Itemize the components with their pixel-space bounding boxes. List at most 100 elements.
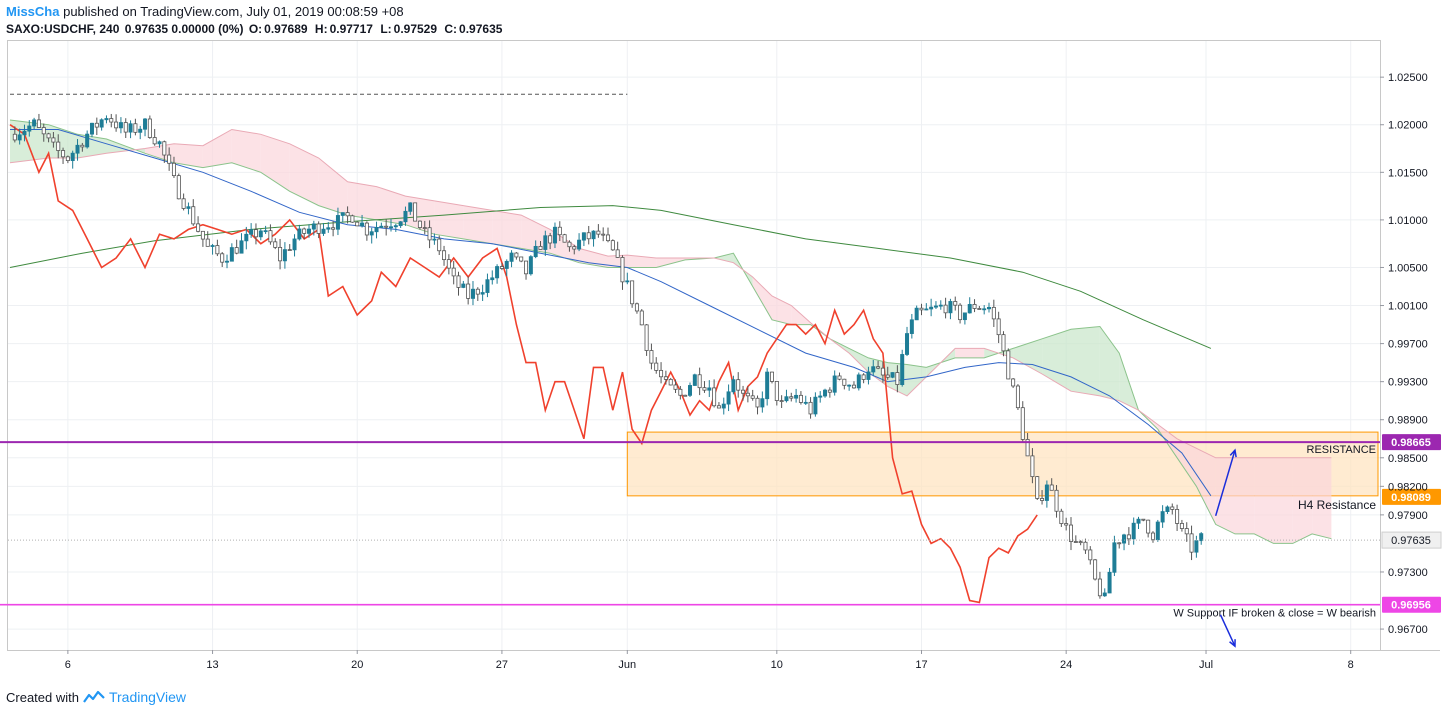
candle-body: [1155, 521, 1160, 541]
candle-body: [736, 379, 741, 391]
candle-body: [688, 385, 693, 396]
plot-border: [7, 40, 1381, 651]
y-tick-label: 0.97300: [1388, 567, 1428, 579]
x-tick-label: 20: [351, 659, 363, 671]
candle-body: [1117, 542, 1122, 545]
candle-body: [123, 122, 128, 133]
candle-body: [779, 400, 784, 402]
candle-body: [668, 378, 673, 386]
cloud-span-b: [9, 128, 1332, 459]
candle-body: [258, 230, 263, 238]
candle-body: [972, 304, 977, 309]
x-tick-label: Jul: [1199, 659, 1213, 671]
candle-body: [1078, 541, 1083, 544]
candle-body: [557, 226, 562, 236]
cloud-segment: [231, 129, 261, 173]
candle-body: [847, 384, 852, 387]
candle-body: [480, 292, 485, 295]
candle-body: [51, 137, 56, 143]
candle-body: [1064, 523, 1069, 526]
candle-body: [80, 144, 85, 148]
candle-body: [307, 228, 312, 234]
cloud-segment: [202, 129, 232, 168]
candle-body: [519, 256, 524, 262]
candle-body: [871, 366, 876, 373]
footer-brand[interactable]: TradingView: [109, 689, 186, 705]
footer-created-with: Created with: [6, 689, 79, 705]
candle-body: [331, 227, 336, 230]
candle-body: [1030, 455, 1035, 478]
y-tick-label: 0.97900: [1388, 510, 1428, 522]
candle-body: [509, 252, 514, 262]
candle-body: [548, 235, 553, 244]
candle-body: [27, 125, 32, 132]
level-price-label: 0.98665: [1391, 437, 1431, 449]
candle-body: [335, 215, 340, 230]
candle-body: [181, 198, 186, 209]
candle-body: [186, 206, 191, 209]
candle-body: [900, 354, 905, 385]
candle-body: [12, 133, 17, 141]
candle-body: [278, 246, 283, 262]
candle-body: [504, 260, 509, 269]
footer: Created with TradingView: [6, 689, 186, 705]
candle-body: [712, 387, 717, 407]
candle-body: [297, 228, 302, 240]
candle-body: [1015, 385, 1020, 409]
candle-body: [446, 259, 451, 269]
cloud-segment: [289, 143, 319, 206]
candle-body: [340, 212, 345, 216]
candle-body: [832, 375, 837, 393]
candle-body: [1107, 571, 1112, 594]
horizontal-levels[interactable]: [0, 93, 1380, 606]
cloud-segment: [714, 253, 734, 263]
candle-body: [813, 396, 818, 415]
candle-body: [538, 245, 543, 250]
candle-body: [1112, 542, 1117, 573]
candle-body: [215, 245, 220, 255]
cloud-segment: [1235, 457, 1255, 534]
cloud-segment: [1254, 457, 1274, 544]
candle-body: [851, 384, 856, 389]
cloud-segment: [955, 348, 985, 358]
candle-body: [866, 371, 871, 380]
candle-body: [1020, 407, 1025, 440]
candle-body: [316, 223, 321, 234]
candle-body: [244, 233, 249, 242]
price-chart[interactable]: 0.98665 0.98089 0.96956 0.97635 1.02500 1.020…: [0, 0, 1444, 715]
candle-body: [909, 319, 914, 334]
candle-body: [630, 280, 635, 305]
candle-body: [442, 250, 447, 261]
candle-body: [823, 389, 828, 397]
candle-body: [499, 266, 504, 269]
candle-body: [273, 241, 278, 248]
candle-body: [311, 223, 316, 230]
candle-body: [683, 394, 688, 397]
candle-body: [1068, 524, 1073, 542]
x-tick-label: Jun: [618, 659, 636, 671]
candle-body: [70, 152, 75, 161]
candle-body: [1035, 476, 1040, 499]
candle-body: [856, 374, 861, 389]
candle-body: [22, 130, 27, 136]
candle-body: [36, 119, 41, 128]
candle-body: [649, 350, 654, 364]
candle-body: [958, 304, 963, 321]
y-tick-label: 0.98200: [1388, 481, 1428, 493]
candle-body: [1150, 532, 1155, 541]
candle-body: [803, 401, 808, 404]
candle-body: [1136, 518, 1141, 524]
candle-body: [692, 374, 697, 386]
y-tick-label: 0.96700: [1388, 624, 1428, 636]
candle-body: [905, 333, 910, 355]
candle-body: [282, 249, 287, 262]
candle-body: [895, 372, 900, 385]
candle-body: [1011, 378, 1016, 387]
candle-body: [205, 238, 210, 247]
candle-body: [388, 226, 393, 229]
candle-body: [755, 397, 760, 408]
candle-body: [702, 387, 707, 391]
candle-body: [196, 223, 201, 232]
candle-body: [876, 366, 881, 369]
candle-body: [1194, 540, 1199, 553]
